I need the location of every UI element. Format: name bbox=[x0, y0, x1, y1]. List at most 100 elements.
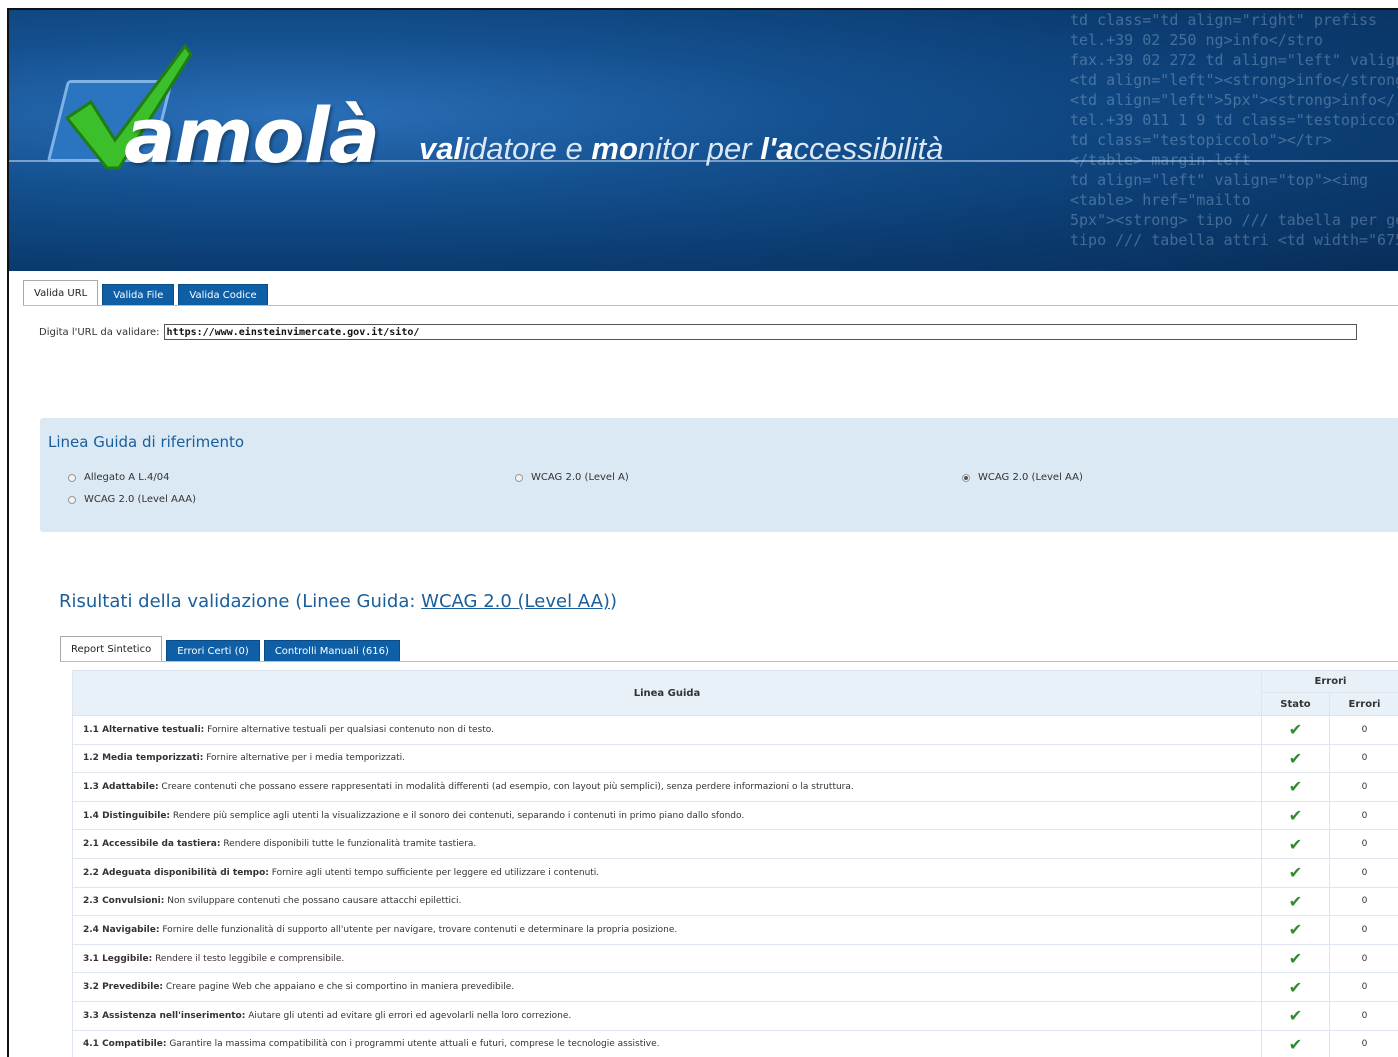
status-check-icon: ✔ bbox=[1261, 772, 1330, 802]
radio-button-selected[interactable] bbox=[962, 473, 970, 482]
status-check-icon: ✔ bbox=[1261, 857, 1330, 888]
radio-wcag-aaa[interactable]: WCAG 2.0 (Level AAA) bbox=[68, 494, 196, 505]
guideline-cell: 1.3 Adattabile: Creare contenuti che pos… bbox=[72, 772, 1262, 802]
status-check-icon: ✔ bbox=[1261, 1029, 1330, 1057]
guideline-description: Fornire alternative testuali per qualsia… bbox=[204, 724, 494, 735]
guideline-description: Rendere il testo leggibile e comprensibi… bbox=[152, 953, 345, 964]
guideline-description: Garantire la massima compatibilità con i… bbox=[166, 1039, 660, 1050]
logo-tagline: validatore e monitor per l'accessibilità bbox=[419, 132, 943, 166]
status-check-icon: ✔ bbox=[1261, 1000, 1330, 1031]
guideline-cell: 3.2 Prevedibile: Creare pagine Web che a… bbox=[72, 972, 1262, 1002]
guideline-description: Fornire agli utenti tempo sufficiente pe… bbox=[268, 867, 600, 878]
table-row: 1.4 Distinguibile: Rendere più semplice … bbox=[72, 800, 1398, 831]
radio-label: Allegato A L.4/04 bbox=[84, 472, 170, 483]
code-line: tipo /// tabella attri <td width="675" v… bbox=[1070, 231, 1398, 249]
url-label: Digita l'URL da validare: bbox=[39, 326, 160, 338]
error-count: 0 bbox=[1329, 943, 1398, 974]
guideline-description: Creare contenuti che possano essere rapp… bbox=[158, 781, 854, 792]
tab-errori-certi[interactable]: Errori Certi (0) bbox=[166, 640, 260, 662]
code-line: tel.+39 02 250 ng>info</stro bbox=[1070, 31, 1323, 49]
guideline-name: 3.2 Prevedibile: bbox=[83, 982, 164, 993]
url-input[interactable] bbox=[163, 324, 1357, 340]
status-check-icon: ✔ bbox=[1261, 715, 1330, 745]
code-line: td class="td align="right" prefiss bbox=[1070, 11, 1378, 29]
error-count: 0 bbox=[1329, 857, 1398, 888]
guideline-description: Fornire alternative per i media temporiz… bbox=[203, 753, 405, 764]
radio-button[interactable] bbox=[68, 495, 76, 504]
radio-label: WCAG 2.0 (Level AA) bbox=[978, 472, 1083, 483]
status-check-icon: ✔ bbox=[1261, 800, 1330, 831]
results-title: Risultati della validazione (Linee Guida… bbox=[59, 591, 617, 612]
radio-button[interactable] bbox=[515, 473, 523, 482]
error-count: 0 bbox=[1329, 1029, 1398, 1057]
tagline-part: mo bbox=[591, 131, 638, 166]
results-table-body: 1.1 Alternative testuali: Fornire altern… bbox=[72, 715, 1398, 1057]
tagline-part: nitor per bbox=[637, 131, 761, 166]
tab-report-sintetico[interactable]: Report Sintetico bbox=[60, 636, 163, 662]
guideline-description: Rendere più semplice agli utenti la visu… bbox=[170, 810, 745, 821]
url-form: Digita l'URL da validare: bbox=[39, 324, 1357, 340]
page-frame: td class="td align="right" prefiss tel.+3… bbox=[7, 8, 1398, 1057]
status-check-icon: ✔ bbox=[1261, 915, 1330, 945]
tab-controlli-manuali[interactable]: Controlli Manuali (616) bbox=[263, 640, 400, 662]
tagline-part: l'a bbox=[760, 131, 794, 166]
radio-label: WCAG 2.0 (Level A) bbox=[531, 472, 629, 483]
validation-mode-tabs: Valida URL Valida File Valida Codice bbox=[23, 280, 272, 306]
code-line: <table> href="mailto bbox=[1070, 191, 1251, 209]
guideline-panel: Linea Guida di riferimento Allegato A L.… bbox=[40, 418, 1398, 532]
error-count: 0 bbox=[1329, 800, 1398, 831]
guideline-description: Creare pagine Web che appaiano e che si … bbox=[163, 982, 515, 993]
code-line: tel.+39 011 1 9 td class="testopiccolo bbox=[1070, 111, 1398, 129]
guideline-cell: 1.1 Alternative testuali: Fornire altern… bbox=[72, 715, 1262, 745]
guideline-description: Aiutare gli utenti ad evitare gli errori… bbox=[245, 1010, 572, 1021]
error-count: 0 bbox=[1329, 715, 1398, 745]
guideline-name: 2.2 Adeguata disponibilità di tempo: bbox=[83, 867, 269, 878]
guideline-name: 1.4 Distinguibile: bbox=[83, 810, 171, 821]
error-count: 0 bbox=[1329, 829, 1398, 859]
radio-button[interactable] bbox=[68, 473, 76, 482]
status-check-icon: ✔ bbox=[1261, 829, 1330, 859]
guideline-title: Linea Guida di riferimento bbox=[48, 433, 245, 451]
results-guideline-link[interactable]: WCAG 2.0 (Level AA) bbox=[421, 591, 610, 612]
error-count: 0 bbox=[1329, 972, 1398, 1002]
col-linea-guida: Linea Guida bbox=[72, 670, 1262, 716]
col-stato: Stato bbox=[1261, 692, 1330, 716]
guideline-name: 2.3 Convulsioni: bbox=[83, 896, 165, 907]
guideline-cell: 3.1 Leggibile: Rendere il testo leggibil… bbox=[72, 943, 1262, 974]
code-line: td align="left" valign="top"><img bbox=[1070, 171, 1369, 189]
table-row: 1.3 Adattabile: Creare contenuti che pos… bbox=[72, 772, 1398, 802]
guideline-name: 4.1 Compatibile: bbox=[83, 1039, 167, 1050]
guideline-name: 1.3 Adattabile: bbox=[83, 781, 159, 792]
status-check-icon: ✔ bbox=[1261, 886, 1330, 917]
code-line: td class="testopiccolo"></tr> bbox=[1070, 131, 1332, 149]
error-count: 0 bbox=[1329, 1000, 1398, 1031]
radio-allegato-a[interactable]: Allegato A L.4/04 bbox=[68, 472, 169, 483]
guideline-name: 2.4 Navigabile: bbox=[83, 924, 160, 935]
col-errori-group: Errori bbox=[1261, 670, 1398, 693]
tab-valida-url[interactable]: Valida URL bbox=[23, 280, 99, 306]
error-count: 0 bbox=[1329, 772, 1398, 802]
tagline-part: idatore e bbox=[462, 131, 592, 166]
status-check-icon: ✔ bbox=[1261, 743, 1330, 774]
guideline-description: Fornire delle funzionalità di supporto a… bbox=[159, 924, 678, 935]
site-banner: td class="td align="right" prefiss tel.+3… bbox=[9, 10, 1398, 271]
guideline-name: 1.2 Media temporizzati: bbox=[83, 753, 204, 764]
results-tabs-underline bbox=[60, 661, 1398, 662]
tabs-underline bbox=[23, 305, 1398, 306]
radio-wcag-aa[interactable]: WCAG 2.0 (Level AA) bbox=[962, 472, 1083, 483]
code-line: 5px"><strong> tipo /// tabella per gesti… bbox=[1070, 211, 1398, 229]
guideline-name: 1.1 Alternative testuali: bbox=[83, 724, 205, 735]
code-line: <td align="left"><strong>info</strong bbox=[1070, 71, 1398, 89]
guideline-description: Rendere disponibili tutte le funzionalit… bbox=[220, 839, 477, 850]
radio-wcag-a[interactable]: WCAG 2.0 (Level A) bbox=[515, 472, 629, 483]
table-row: 1.1 Alternative testuali: Fornire altern… bbox=[72, 715, 1398, 745]
tagline-part: val bbox=[419, 131, 463, 166]
code-line: <td align="left">5px"><strong>info</ bbox=[1070, 91, 1396, 109]
tab-valida-codice[interactable]: Valida Codice bbox=[178, 284, 268, 306]
logo-wordmark: amolà bbox=[124, 91, 380, 180]
guideline-cell: 1.4 Distinguibile: Rendere più semplice … bbox=[72, 800, 1262, 831]
tab-valida-file[interactable]: Valida File bbox=[102, 284, 175, 306]
table-row: 2.3 Convulsioni: Non sviluppare contenut… bbox=[72, 886, 1398, 917]
table-row: 2.1 Accessibile da tastiera: Rendere dis… bbox=[72, 829, 1398, 859]
code-line: </table> margin-left bbox=[1070, 151, 1251, 169]
